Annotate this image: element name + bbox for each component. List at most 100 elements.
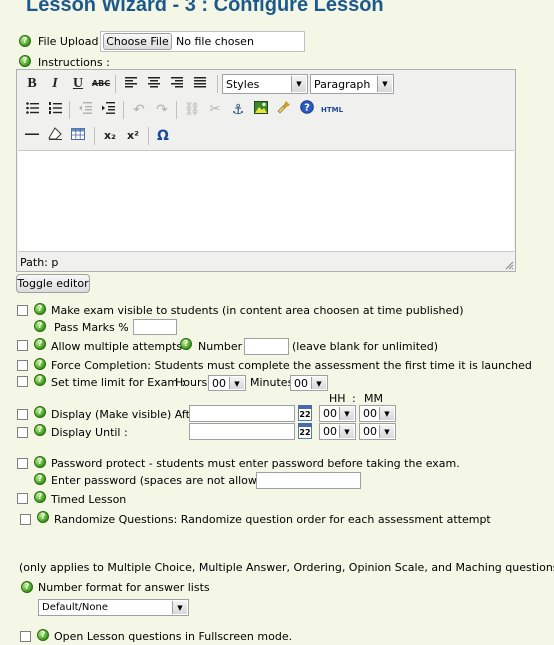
- display-until-label: Display Until :: [51, 426, 128, 439]
- toolbar-separator: [115, 75, 116, 93]
- display-until-date-input[interactable]: [189, 423, 295, 440]
- help-icon[interactable]: ?: [37, 629, 49, 641]
- randomize-checkbox[interactable]: [20, 514, 31, 525]
- resize-handle-icon[interactable]: [504, 260, 514, 270]
- anchor-icon[interactable]: ⚓: [228, 100, 248, 120]
- bold-icon[interactable]: B: [22, 74, 42, 94]
- strikethrough-icon[interactable]: ABC: [91, 74, 111, 94]
- help-icon[interactable]: ?: [34, 424, 46, 436]
- help-circle-icon[interactable]: ?: [297, 100, 317, 120]
- time-limit-checkbox[interactable]: [17, 376, 28, 387]
- outdent-icon[interactable]: [75, 100, 95, 120]
- toolbar-separator: [176, 101, 177, 119]
- toolbar-separator: [69, 101, 70, 119]
- help-icon[interactable]: ?: [34, 473, 46, 485]
- help-icon[interactable]: ?: [34, 456, 46, 468]
- help-icon[interactable]: ?: [34, 320, 46, 332]
- help-icon[interactable]: ?: [21, 581, 33, 593]
- number-format-value: Default/None: [42, 602, 108, 613]
- display-after-hh-value: 00: [323, 407, 337, 420]
- minutes-label: Minutes: [250, 376, 294, 389]
- chevron-down-icon: ▼: [172, 601, 187, 614]
- hours-label: Hours: [175, 376, 208, 389]
- fullscreen-checkbox[interactable]: [20, 631, 31, 642]
- numbered-list-icon[interactable]: [45, 100, 65, 120]
- styles-select[interactable]: Styles ▼: [222, 74, 308, 94]
- attempts-number-input[interactable]: [244, 338, 289, 355]
- number-hint: (leave blank for unlimited): [292, 340, 439, 353]
- pass-marks-label: Pass Marks % :: [54, 321, 136, 334]
- display-until-mm-select[interactable]: 00 ▼: [359, 423, 396, 440]
- bullet-list-icon[interactable]: [22, 100, 42, 120]
- file-upload-label: File Upload :: [38, 35, 106, 48]
- password-input[interactable]: [256, 472, 361, 489]
- unlink-icon[interactable]: ✂: [205, 100, 225, 120]
- pass-marks-input[interactable]: [133, 319, 177, 335]
- help-icon[interactable]: ?: [34, 491, 46, 503]
- format-select[interactable]: Paragraph ▼: [310, 74, 394, 94]
- toolbar-separator: [94, 127, 95, 145]
- indent-icon[interactable]: [98, 100, 118, 120]
- table-icon[interactable]: [68, 126, 88, 146]
- subscript-icon[interactable]: x₂: [100, 126, 120, 146]
- chevron-down-icon: ▼: [377, 76, 392, 92]
- display-after-hh-select[interactable]: 00 ▼: [319, 405, 356, 422]
- help-icon[interactable]: ?: [19, 35, 31, 47]
- html-source-button[interactable]: HTML: [320, 100, 344, 120]
- help-icon[interactable]: ?: [34, 303, 46, 315]
- number-format-select[interactable]: Default/None ▼: [38, 599, 189, 616]
- help-icon[interactable]: ?: [180, 338, 192, 350]
- calendar-icon[interactable]: 22: [298, 405, 312, 421]
- display-until-hh-value: 00: [323, 425, 337, 438]
- multiple-attempts-label: Allow multiple attempts :: [51, 340, 190, 353]
- superscript-icon[interactable]: x²: [123, 126, 143, 146]
- italic-icon[interactable]: I: [45, 74, 65, 94]
- mm-label: MM: [364, 392, 383, 405]
- hh-label: HH: [329, 392, 346, 405]
- exam-visible-checkbox[interactable]: [17, 305, 28, 316]
- choose-file-button[interactable]: Choose File: [103, 33, 172, 50]
- help-icon[interactable]: ?: [34, 358, 46, 370]
- help-icon[interactable]: ?: [34, 406, 46, 418]
- password-protect-checkbox[interactable]: [17, 458, 28, 469]
- help-icon[interactable]: ?: [34, 374, 46, 386]
- display-until-hh-select[interactable]: 00 ▼: [319, 423, 356, 440]
- multiple-attempts-checkbox[interactable]: [17, 340, 28, 351]
- editor-content-area[interactable]: [18, 150, 514, 252]
- force-completion-checkbox[interactable]: [17, 360, 28, 371]
- exam-visible-label: Make exam visible to students (in conten…: [51, 304, 464, 317]
- undo-icon[interactable]: ↶: [129, 100, 149, 120]
- chevron-down-icon: ▼: [339, 407, 354, 420]
- time-limit-label: Set time limit for Exam :: [51, 376, 186, 389]
- help-icon[interactable]: ?: [37, 511, 49, 523]
- file-upload-control: Choose File No file chosen: [100, 31, 305, 52]
- image-icon[interactable]: [251, 100, 271, 120]
- eraser-icon[interactable]: [45, 126, 65, 146]
- special-character-icon[interactable]: Ω: [153, 126, 173, 146]
- redo-icon[interactable]: ↷: [152, 100, 172, 120]
- display-after-checkbox[interactable]: [17, 409, 28, 420]
- chevron-down-icon: ▼: [379, 425, 394, 438]
- horizontal-rule-icon[interactable]: [22, 126, 42, 146]
- display-until-checkbox[interactable]: [17, 427, 28, 438]
- align-center-icon[interactable]: [144, 74, 164, 94]
- help-icon[interactable]: ?: [19, 55, 31, 67]
- link-icon[interactable]: ⛓: [182, 100, 202, 120]
- help-icon[interactable]: ?: [34, 338, 46, 350]
- align-right-icon[interactable]: [167, 74, 187, 94]
- minutes-select[interactable]: 00 ▼: [290, 375, 328, 391]
- underline-icon[interactable]: U: [68, 74, 88, 94]
- align-justify-icon[interactable]: [190, 74, 210, 94]
- calendar-icon[interactable]: 22: [298, 423, 312, 439]
- page-title: Lesson Wizard - 3 : Configure Lesson: [26, 0, 384, 16]
- align-left-icon[interactable]: [121, 74, 141, 94]
- display-after-mm-select[interactable]: 00 ▼: [359, 405, 396, 422]
- toggle-editor-button[interactable]: Toggle editor: [16, 274, 90, 293]
- cleanup-brush-icon[interactable]: [274, 100, 294, 120]
- svg-text:?: ?: [304, 103, 310, 114]
- enter-password-label: Enter password (spaces are not allowed): [51, 474, 275, 487]
- hours-select[interactable]: 00 ▼: [208, 375, 246, 391]
- timed-lesson-checkbox[interactable]: [17, 493, 28, 504]
- display-after-date-input[interactable]: [189, 405, 295, 422]
- editor-path: Path: p: [20, 256, 59, 269]
